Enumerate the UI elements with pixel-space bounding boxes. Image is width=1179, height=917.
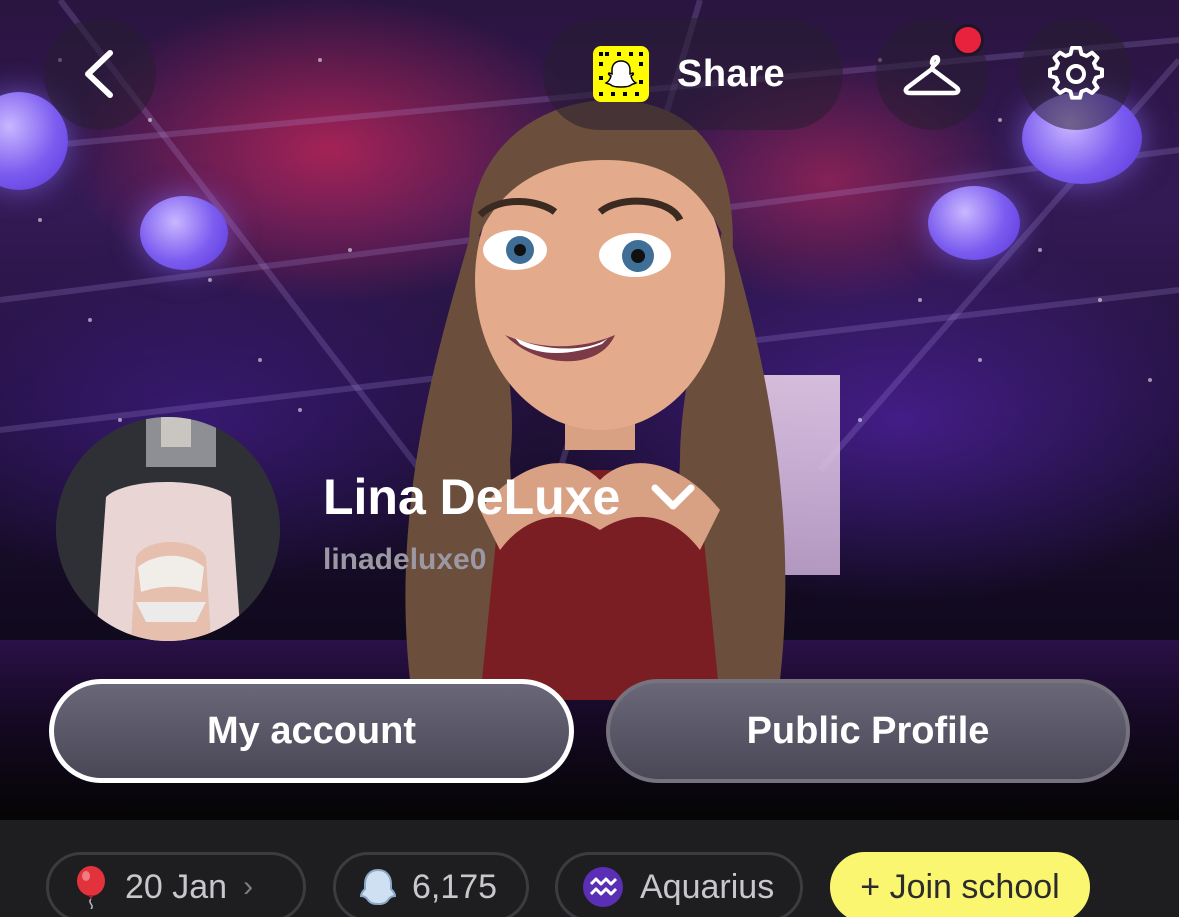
snap-score-chip[interactable]: 6,175: [333, 852, 529, 917]
ghost-icon: [360, 868, 396, 906]
birthday-label: 20 Jan: [125, 867, 228, 906]
chevron-left-icon: [85, 50, 113, 98]
join-school-button[interactable]: + Join school: [830, 852, 1090, 917]
aquarius-icon: [583, 867, 623, 907]
snap-score-value: 6,175: [412, 867, 498, 906]
zodiac-label: Aquarius: [640, 867, 775, 906]
gear-icon: [1048, 46, 1104, 100]
snapcode-icon: [593, 46, 649, 102]
balloon-icon: [77, 866, 105, 909]
chevron-down-icon[interactable]: [650, 482, 696, 512]
share-label: Share: [677, 52, 786, 95]
zodiac-chip[interactable]: Aquarius: [555, 852, 803, 917]
lantern: [140, 196, 228, 270]
birthday-chip[interactable]: 20 Jan ›: [46, 852, 306, 917]
settings-button[interactable]: [1020, 18, 1132, 130]
lantern: [928, 186, 1020, 260]
username: linadeluxe0: [323, 543, 487, 576]
my-account-button[interactable]: My account: [49, 679, 574, 783]
hanger-icon: [903, 54, 961, 96]
back-button[interactable]: [44, 18, 156, 130]
bitmoji-avatar: [405, 100, 786, 700]
public-profile-button[interactable]: Public Profile: [606, 679, 1130, 783]
share-button[interactable]: Share: [543, 18, 843, 130]
profile-photo[interactable]: [56, 417, 280, 641]
chevron-right-icon: ›: [243, 870, 254, 903]
notification-dot: [952, 24, 984, 56]
display-name[interactable]: Lina DeLuxe: [323, 468, 620, 526]
